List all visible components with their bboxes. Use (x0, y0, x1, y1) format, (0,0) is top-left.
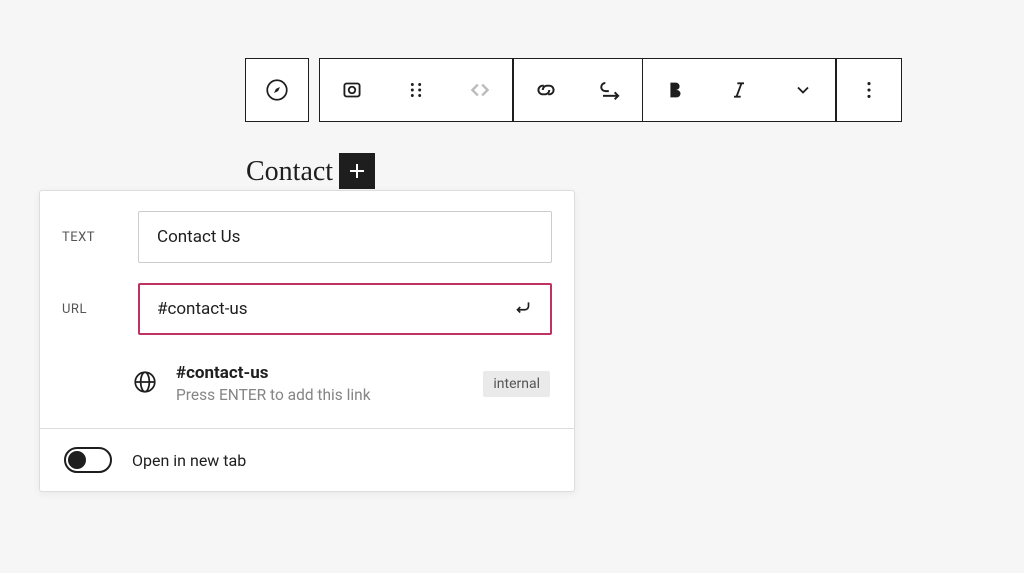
submenu-button[interactable] (578, 59, 642, 121)
more-formatting-button[interactable] (771, 59, 835, 121)
suggestion-badge: internal (483, 371, 550, 397)
link-text-input[interactable] (138, 211, 552, 263)
chevrons-icon (467, 77, 493, 103)
compass-icon (264, 77, 290, 103)
panel-footer: Open in new tab (40, 428, 574, 491)
open-new-tab-toggle[interactable] (64, 447, 112, 473)
link-icon (533, 77, 559, 103)
suggestion-title: #contact-us (176, 363, 465, 383)
link-select-icon (339, 77, 365, 103)
open-new-tab-label: Open in new tab (132, 451, 246, 470)
link-url-input[interactable] (138, 283, 552, 335)
link-suggestion[interactable]: #contact-us Press ENTER to add this link… (40, 341, 574, 428)
text-label: TEXT (62, 230, 138, 245)
chevron-down-icon (793, 80, 813, 100)
bold-button[interactable] (643, 59, 707, 121)
url-label: URL (62, 302, 138, 317)
navigation-block-button[interactable] (245, 58, 309, 122)
italic-button[interactable] (707, 59, 771, 121)
more-vertical-icon (858, 79, 880, 101)
link-settings-panel: TEXT URL #contact-us Pres (39, 190, 575, 492)
drag-icon (405, 79, 427, 101)
url-field-row: URL (40, 263, 574, 335)
options-button[interactable] (837, 59, 901, 121)
nav-item-text[interactable]: Contact (246, 156, 333, 188)
toolbar-main-group (319, 58, 902, 122)
move-button[interactable] (448, 59, 512, 121)
toggle-knob (68, 451, 86, 469)
plus-icon (345, 159, 369, 183)
select-link-button[interactable] (320, 59, 384, 121)
add-block-button[interactable] (339, 153, 375, 189)
globe-icon (132, 369, 158, 399)
drag-handle-button[interactable] (384, 59, 448, 121)
submenu-icon (596, 76, 624, 104)
block-toolbar (245, 58, 902, 122)
link-button[interactable] (514, 59, 578, 121)
enter-icon (512, 296, 534, 318)
italic-icon (729, 80, 749, 100)
bold-icon (664, 79, 686, 101)
text-field-row: TEXT (40, 191, 574, 263)
suggestion-text: #contact-us Press ENTER to add this link (176, 363, 465, 404)
suggestion-subtitle: Press ENTER to add this link (176, 386, 465, 404)
submit-url-button[interactable] (512, 296, 534, 322)
